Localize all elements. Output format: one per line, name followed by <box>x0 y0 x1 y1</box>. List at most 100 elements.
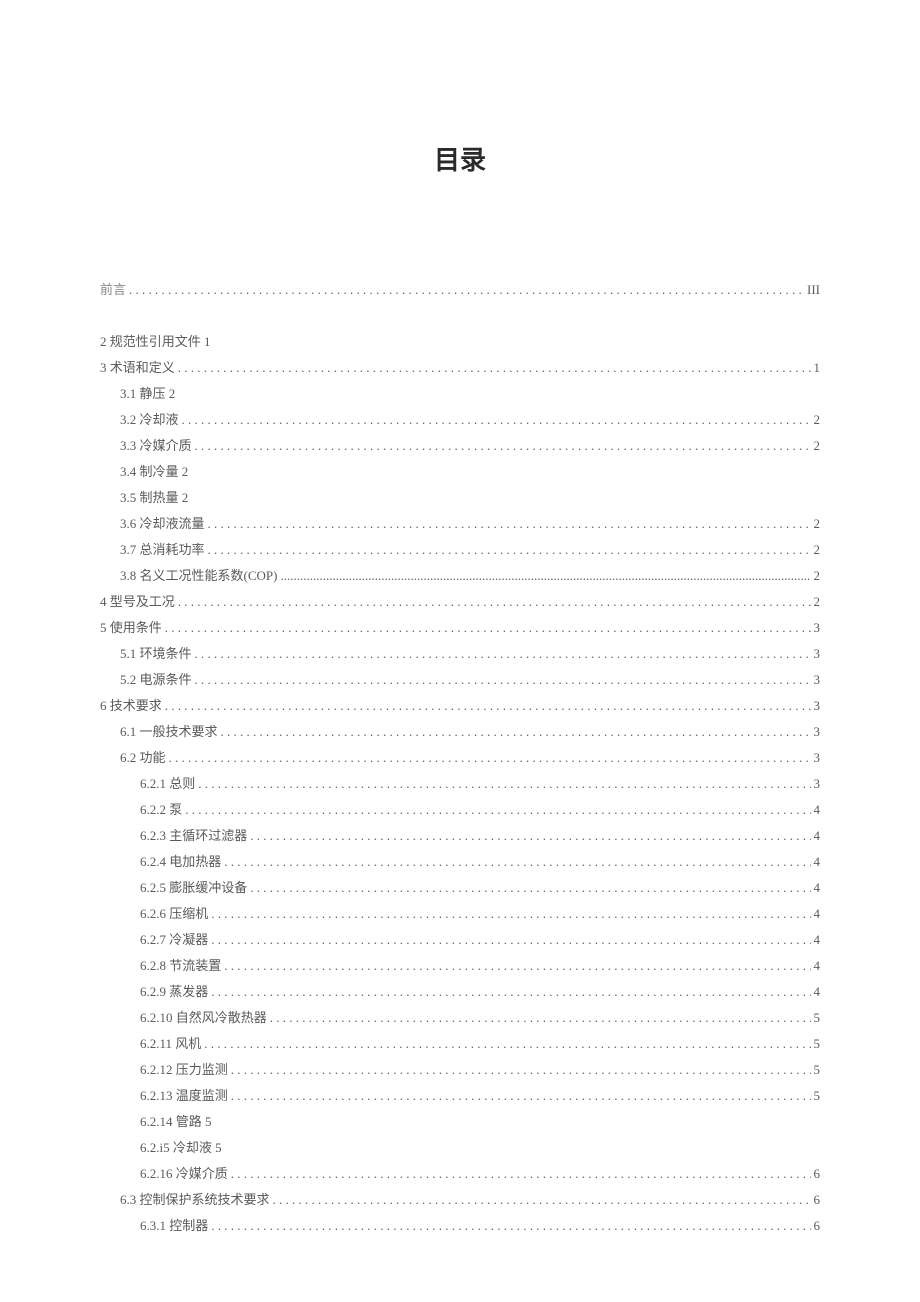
toc-entry: 6.2.4 电加热器 4 <box>100 849 820 875</box>
toc-entry: 6.2.11 风机 5 <box>100 1031 820 1057</box>
toc-leader-dots <box>129 277 804 303</box>
toc-entry-label: 6.2.2 泵 <box>140 797 182 823</box>
toc-leader-dots <box>195 641 811 667</box>
toc-leader-dots <box>204 1031 810 1057</box>
toc-entry-page: 4 <box>814 849 821 875</box>
toc-entry: 6.2.7 冷凝器 4 <box>100 927 820 953</box>
toc-entry: 6.1 一般技术要求3 <box>100 719 820 745</box>
toc-entry-label: 6.2.16 冷媒介质 <box>140 1161 228 1187</box>
toc-entry: 6.2.3 主循环过滤器4 <box>100 823 820 849</box>
toc-entry: 6.2 功能3 <box>100 745 820 771</box>
toc-entry-label: 3.5 制热量 2 <box>120 485 188 511</box>
toc-entry-page: 3 <box>814 667 821 693</box>
toc-entry-label: 6.2.1 总则 <box>140 771 195 797</box>
toc-entry: 3.4 制冷量 2 <box>100 459 820 485</box>
toc-leader-dots <box>208 511 811 537</box>
toc-leader-dots <box>231 1057 811 1083</box>
page-title: 目录 <box>100 140 820 177</box>
toc-leader-dots <box>165 693 811 719</box>
toc-leader-dots <box>165 615 811 641</box>
toc-leader-dots <box>182 407 811 433</box>
toc-entry-page: 5 <box>814 1057 821 1083</box>
toc-entry-label: 6.2.11 风机 <box>140 1031 201 1057</box>
toc-entry-page: 4 <box>814 979 821 1005</box>
toc-entry: 6.3 控制保护系统技术要求6 <box>100 1187 820 1213</box>
toc-entry: 6.2.6 压缩机4 <box>100 901 820 927</box>
toc-entry-page: 2 <box>814 433 821 459</box>
toc-entry-label: 6.2.5 膨胀缓冲设备 <box>140 875 247 901</box>
toc-entry-page: 3 <box>814 719 821 745</box>
toc-entry: 6.2.13 温度监测5 <box>100 1083 820 1109</box>
toc-entry: 6.2.12 压力监测 5 <box>100 1057 820 1083</box>
toc-leader-dots <box>211 901 810 927</box>
toc-entry-label: 3.8 名义工况性能系数(COP) <box>120 563 277 589</box>
toc-entry-label: 6.2.4 电加热器 <box>140 849 221 875</box>
toc-entry-page: 3 <box>814 693 821 719</box>
toc-entry-label: 3.4 制冷量 2 <box>120 459 188 485</box>
toc-entry-label: 6.2.10 自然风冷散热器 <box>140 1005 267 1031</box>
toc-entry: 3.2 冷却液2 <box>100 407 820 433</box>
toc-entry-page: 5 <box>814 1031 821 1057</box>
toc-entry-page: 4 <box>814 953 821 979</box>
toc-entry-label: 6.2.8 节流装置 <box>140 953 221 979</box>
toc-entry-page: 5 <box>814 1005 821 1031</box>
toc-entry-label: 4 型号及工况 <box>100 589 175 615</box>
toc-leader-dots <box>211 979 810 1005</box>
toc-leader-dots <box>211 1213 810 1239</box>
toc-leader-dots <box>195 667 811 693</box>
toc-entry: 5 使用条件3 <box>100 615 820 641</box>
toc-leader-dots <box>224 953 810 979</box>
toc-leader-dots <box>178 355 811 381</box>
toc-entry-page: 3 <box>814 641 821 667</box>
toc-entry-page: 6 <box>814 1187 821 1213</box>
toc-entry: 6.2.1 总则3 <box>100 771 820 797</box>
toc-entry-label: 6.3.1 控制器 <box>140 1213 208 1239</box>
toc-entry: 3.6 冷却液流量 2 <box>100 511 820 537</box>
toc-leader-dots <box>231 1083 811 1109</box>
toc-entry-label: 2 规范性引用文件 1 <box>100 329 211 355</box>
toc-entry: 前言III <box>100 277 820 303</box>
toc-entry: 4 型号及工况 2 <box>100 589 820 615</box>
toc-leader-dots <box>221 719 811 745</box>
toc-entry: 6.2.8 节流装置 4 <box>100 953 820 979</box>
toc-leader-dots <box>270 1005 811 1031</box>
toc-entry-label: 6.2.12 压力监测 <box>140 1057 228 1083</box>
toc-entry-label: 6.2.6 压缩机 <box>140 901 208 927</box>
toc-entry-label: 3.6 冷却液流量 <box>120 511 205 537</box>
toc-leader-dots <box>250 875 810 901</box>
toc-entry: 5.1 环境条件 3 <box>100 641 820 667</box>
toc-entry: 6.2.2 泵4 <box>100 797 820 823</box>
toc-entry: 6.2.14 管路 5 <box>100 1109 820 1135</box>
toc-entry: 6.2.5 膨胀缓冲设备 4 <box>100 875 820 901</box>
toc-entry: 6.2.i5 冷却液 5 <box>100 1135 820 1161</box>
toc-leader-dots <box>178 589 811 615</box>
toc-entry-label: 5.1 环境条件 <box>120 641 192 667</box>
toc-leader-dots <box>195 433 811 459</box>
toc-leader-dots <box>208 537 811 563</box>
toc-entry-page: 2 <box>814 563 821 589</box>
toc-entry: 3.3 冷媒介质 2 <box>100 433 820 459</box>
toc-entry-page: 4 <box>814 927 821 953</box>
toc-entry-page: 2 <box>814 511 821 537</box>
toc-entry-page: 6 <box>814 1213 821 1239</box>
toc-entry: 6.2.16 冷媒介质 6 <box>100 1161 820 1187</box>
toc-entry-page: 5 <box>814 1083 821 1109</box>
toc-entry-label: 前言 <box>100 277 126 303</box>
toc-entry-label: 6.2.14 管路 5 <box>140 1109 212 1135</box>
toc-entry-page: 2 <box>814 589 821 615</box>
toc-leader-dots <box>169 745 811 771</box>
toc-entry: 3.1 静压 2 <box>100 381 820 407</box>
toc-leader-dots <box>280 563 810 589</box>
toc-entry-page: 4 <box>814 875 821 901</box>
toc-entry-label: 6.2.9 蒸发器 <box>140 979 208 1005</box>
toc-leader-dots <box>224 849 810 875</box>
toc-entry-label: 3.7 总消耗功率 <box>120 537 205 563</box>
toc-leader-dots <box>211 927 810 953</box>
toc-entry-label: 3.3 冷媒介质 <box>120 433 192 459</box>
toc-entry-label: 6.2.7 冷凝器 <box>140 927 208 953</box>
toc-entry-page: 3 <box>814 745 821 771</box>
toc-entry-page: 6 <box>814 1161 821 1187</box>
toc-leader-dots <box>231 1161 811 1187</box>
toc-entry: 3 术语和定义1 <box>100 355 820 381</box>
toc-entry: 5.2 电源条件3 <box>100 667 820 693</box>
